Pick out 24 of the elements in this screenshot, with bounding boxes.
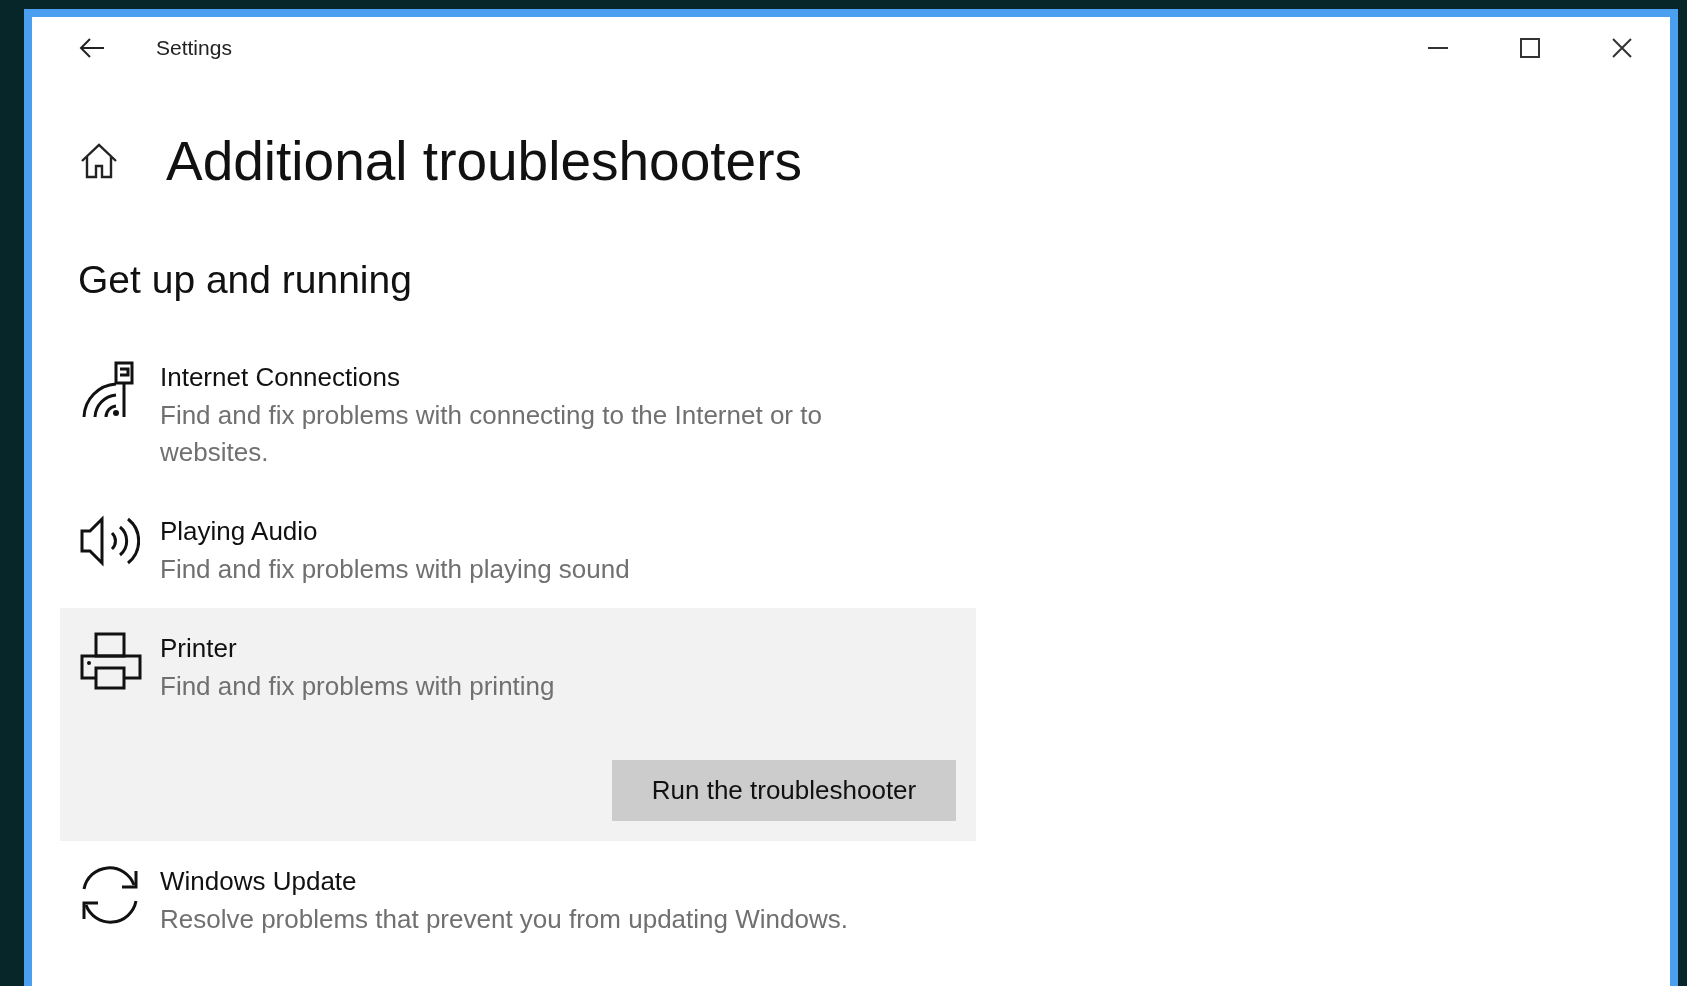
item-description: Find and fix problems with playing sound — [160, 553, 630, 586]
maximize-icon — [1520, 38, 1540, 58]
item-description: Find and fix problems with connecting to the Internet or to websites. — [160, 399, 823, 469]
item-title: Printer — [160, 632, 238, 665]
printer-icon — [80, 632, 142, 692]
speaker-icon — [80, 515, 140, 567]
item-title: Internet Connections — [160, 361, 401, 394]
troubleshooter-item[interactable]: Internet Connections Find and fix problems with connecting to the Internet or to websites. — [60, 337, 976, 491]
home-icon — [80, 143, 118, 179]
page-title: Additional troubleshooters — [166, 131, 802, 191]
item-description: Find and fix problems with printing — [160, 670, 555, 703]
close-icon — [1612, 38, 1632, 58]
window-title: Settings — [156, 35, 232, 62]
item-title: Playing Audio — [160, 515, 319, 548]
troubleshooter-item[interactable]: Printer Find and fix problems with printing Run the troubleshooter — [60, 608, 976, 841]
item-description: Resolve problems that prevent you from updating Windows. — [160, 903, 848, 936]
minimize-icon — [1428, 47, 1448, 49]
troubleshooter-item[interactable]: Playing Audio Find and fix problems with playing sound — [60, 491, 976, 608]
sync-icon — [80, 865, 140, 925]
troubleshooter-item[interactable]: Windows Update Resolve problems that prevent you from updating Windows. — [60, 841, 976, 958]
run-troubleshooter-button[interactable]: Run the troubleshooter — [612, 760, 956, 821]
section-heading: Get up and running — [78, 257, 413, 303]
item-title: Windows Update — [160, 865, 358, 898]
back-arrow-icon — [79, 37, 105, 59]
